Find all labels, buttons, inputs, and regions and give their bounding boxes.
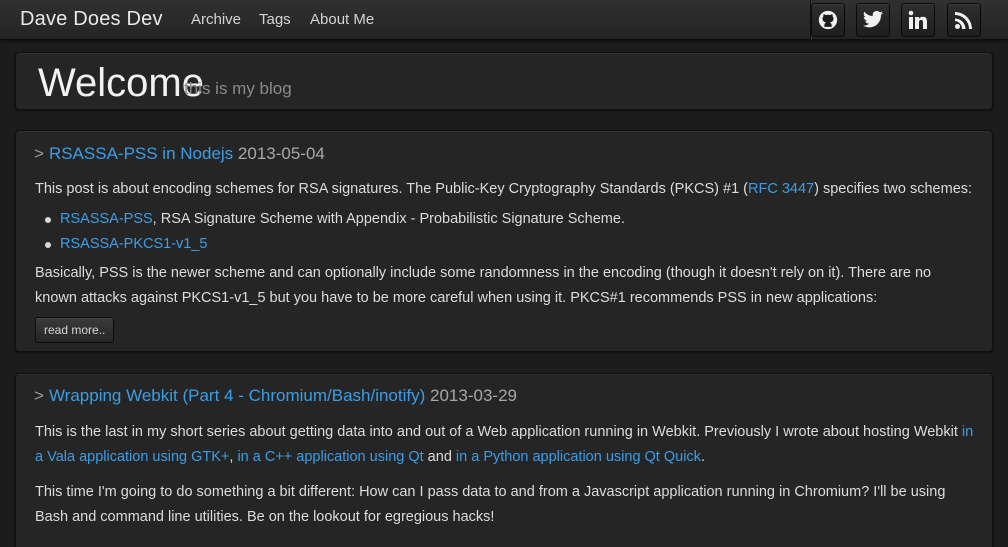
post-paragraph: This time I'm going to do something a bi…: [35, 484, 946, 525]
post-title-link[interactable]: RSASSA-PSS in Nodejs: [49, 144, 233, 163]
navbar: Dave Does Dev Archive Tags About Me: [0, 0, 1008, 40]
page-subtitle: this is my blog: [184, 79, 292, 98]
paragraph-text: This is the last in my short series abou…: [35, 424, 962, 440]
intro-text-end: ) specifies two schemes:: [814, 181, 973, 197]
page-title: Welcome: [38, 61, 204, 105]
scheme-list: RSASSA-PSS, RSA Signature Scheme with Ap…: [43, 207, 625, 257]
post-card: > RSASSA-PSS in Nodejs 2013-05-04 This po…: [15, 130, 993, 352]
list-item: RSASSA-PSS, RSA Signature Scheme with Ap…: [43, 207, 625, 232]
twitter-button[interactable]: [851, 0, 895, 40]
chevron-right-icon: >: [34, 386, 44, 405]
github-button[interactable]: [806, 0, 850, 40]
rss-icon: [947, 3, 981, 37]
post-intro: This post is about encoding schemes for …: [35, 177, 975, 202]
python-qt-quick-link[interactable]: in a Python application using Qt Quick: [456, 449, 701, 465]
nav-tags[interactable]: Tags: [259, 11, 291, 28]
list-item: RSASSA-PKCS1-v1_5: [43, 232, 625, 257]
nav-about-me[interactable]: About Me: [310, 11, 374, 28]
paragraph-end: .: [700, 449, 705, 465]
post-date: 2013-03-29: [430, 386, 517, 405]
post-paragraph: Basically, PSS is the newer scheme and c…: [35, 265, 932, 306]
post-heading: > RSASSA-PSS in Nodejs 2013-05-04: [34, 144, 325, 164]
linkedin-button[interactable]: [896, 0, 940, 40]
cpp-qt-link[interactable]: in a C++ application using Qt: [237, 449, 423, 465]
twitter-icon: [856, 3, 890, 37]
linkedin-icon: [901, 3, 935, 37]
github-icon: [811, 3, 845, 37]
chevron-right-icon: >: [34, 144, 44, 163]
rss-button[interactable]: [942, 0, 986, 40]
brand-link[interactable]: Dave Does Dev: [20, 8, 163, 31]
rsassa-pkcs1-link[interactable]: RSASSA-PKCS1-v1_5: [60, 236, 207, 252]
read-more-button[interactable]: read more..: [35, 317, 115, 343]
rsassa-pss-link[interactable]: RSASSA-PSS: [60, 211, 153, 227]
hero-panel: Welcome this is my blog: [15, 52, 993, 110]
post-card: > Wrapping Webkit (Part 4 - Chromium/Bash…: [15, 373, 993, 547]
rfc-link[interactable]: RFC 3447: [748, 181, 814, 197]
post-paragraph: This is the last in my short series abou…: [35, 420, 975, 470]
post-title-link[interactable]: Wrapping Webkit (Part 4 - Chromium/Bash/…: [49, 386, 425, 405]
intro-text: This post is about encoding schemes for …: [35, 181, 748, 197]
list-item-text: , RSA Signature Scheme with Appendix - P…: [152, 211, 625, 227]
post-date: 2013-05-04: [237, 144, 325, 163]
post-heading: > Wrapping Webkit (Part 4 - Chromium/Bash…: [34, 386, 517, 406]
nav-archive[interactable]: Archive: [191, 11, 241, 28]
separator-text: and: [423, 449, 456, 465]
